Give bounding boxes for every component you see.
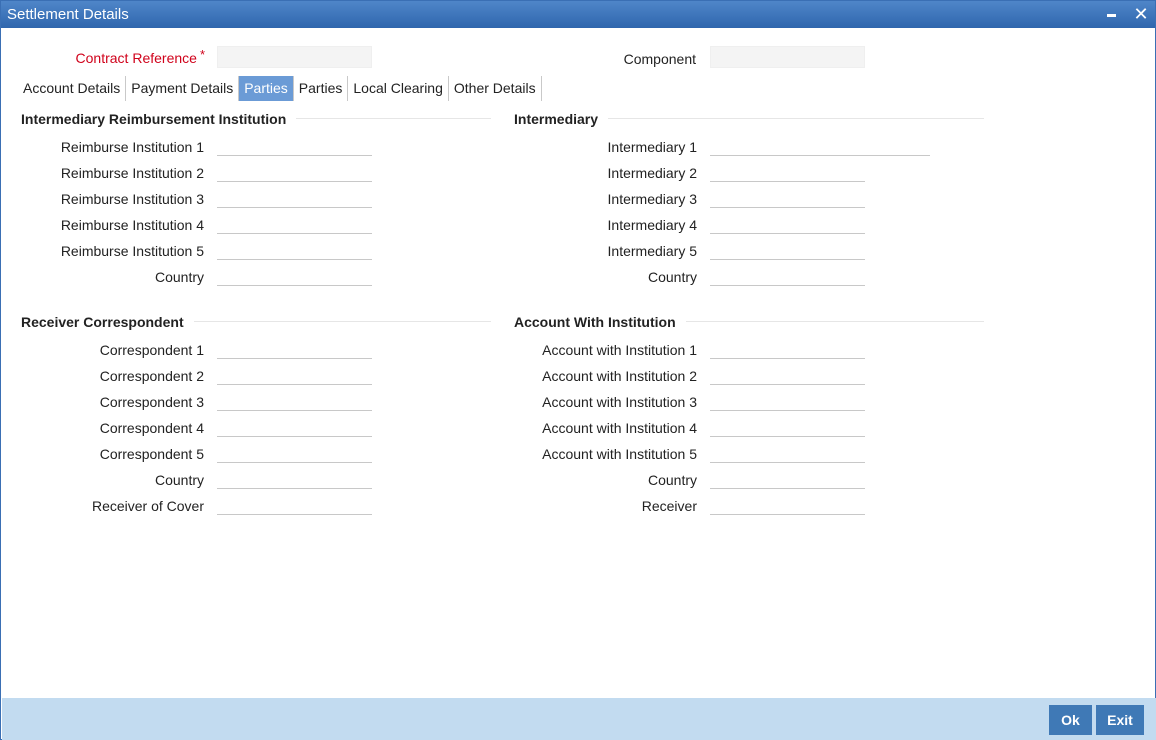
intermediary-1-input[interactable] <box>710 134 930 156</box>
account-with-institution-4-input[interactable] <box>710 415 865 437</box>
minimize-icon[interactable] <box>1102 5 1122 23</box>
receiver-of-cover-label: Receiver of Cover <box>91 498 204 514</box>
exit-button[interactable]: Exit <box>1096 705 1144 735</box>
reimburse-institution-1-label: Reimburse Institution 1 <box>60 139 204 155</box>
reimburse-institution-5-label: Reimburse Institution 5 <box>60 243 204 259</box>
reimburse-institution-3-input[interactable] <box>217 186 372 208</box>
intermediary-2-input[interactable] <box>710 160 865 182</box>
account-with-institution-section-title: Account With Institution <box>514 314 686 330</box>
correspondent-2-label: Correspondent 2 <box>99 368 204 384</box>
account-with-institution-2-input[interactable] <box>710 363 865 385</box>
tab-local-clearing[interactable]: Local Clearing <box>348 76 449 101</box>
reimburse-institution-3-label: Reimburse Institution 3 <box>60 191 204 207</box>
intermediary-4-input[interactable] <box>710 212 865 234</box>
ok-button[interactable]: Ok <box>1049 705 1092 735</box>
correspondent-3-input[interactable] <box>217 389 372 411</box>
tab-parties-2[interactable]: Parties <box>294 76 349 101</box>
intermediary-3-input[interactable] <box>710 186 865 208</box>
reimburse-institution-2-label: Reimburse Institution 2 <box>60 165 204 181</box>
correspondent-5-input[interactable] <box>217 441 372 463</box>
account-with-institution-4-label: Account with Institution 4 <box>542 420 697 436</box>
reimburse-institution-2-input[interactable] <box>217 160 372 182</box>
account-with-institution-country-label: Country <box>647 472 697 488</box>
contract-reference-label: Contract Reference * <box>75 47 205 66</box>
intermediary-4-label: Intermediary 4 <box>607 217 697 233</box>
intermediary-3-label: Intermediary 3 <box>607 191 697 207</box>
reimbursement-country-input[interactable] <box>217 264 372 286</box>
window-title: Settlement Details <box>7 6 129 23</box>
correspondent-4-input[interactable] <box>217 415 372 437</box>
close-icon[interactable]: ✕ <box>1131 5 1151 23</box>
correspondent-1-label: Correspondent 1 <box>99 342 204 358</box>
correspondent-2-input[interactable] <box>217 363 372 385</box>
intermediary-5-input[interactable] <box>710 238 865 260</box>
account-with-institution-country-input[interactable] <box>710 467 865 489</box>
receiver-correspondent-section-title: Receiver Correspondent <box>21 314 194 330</box>
title-bar[interactable]: Settlement Details ✕ <box>1 1 1155 28</box>
reimbursement-country-label: Country <box>154 269 204 285</box>
intermediary-section-title: Intermediary <box>514 111 609 127</box>
correspondent-country-input[interactable] <box>217 467 372 489</box>
receiver-label: Receiver <box>641 498 697 514</box>
tab-account-details[interactable]: Account Details <box>18 76 127 101</box>
footer-bar: Ok Exit <box>2 698 1156 740</box>
intermediary-country-input[interactable] <box>710 264 865 286</box>
intermediary-country-label: Country <box>647 269 697 285</box>
intermediary-5-label: Intermediary 5 <box>607 243 697 259</box>
required-marker: * <box>199 47 205 62</box>
correspondent-4-label: Correspondent 4 <box>99 420 204 436</box>
account-with-institution-3-label: Account with Institution 3 <box>542 394 697 410</box>
reimburse-institution-4-label: Reimburse Institution 4 <box>60 217 204 233</box>
account-with-institution-1-label: Account with Institution 1 <box>542 342 697 358</box>
reimbursement-section-title: Intermediary Reimbursement Institution <box>21 111 297 127</box>
component-input[interactable] <box>710 46 865 68</box>
tab-bar: Account Details Payment Details Parties … <box>18 76 542 101</box>
intermediary-1-label: Intermediary 1 <box>607 139 697 155</box>
tab-parties[interactable]: Parties <box>239 76 294 101</box>
contract-reference-input[interactable] <box>217 46 372 68</box>
receiver-input[interactable] <box>710 493 865 515</box>
component-label: Component <box>623 51 696 67</box>
correspondent-3-label: Correspondent 3 <box>99 394 204 410</box>
account-with-institution-3-input[interactable] <box>710 389 865 411</box>
reimburse-institution-1-input[interactable] <box>217 134 372 156</box>
settlement-details-window: Settlement Details ✕ Contract Reference *… <box>0 0 1156 740</box>
correspondent-country-label: Country <box>154 472 204 488</box>
account-with-institution-2-label: Account with Institution 2 <box>542 368 697 384</box>
receiver-of-cover-input[interactable] <box>217 493 372 515</box>
tab-other-details[interactable]: Other Details <box>449 76 542 101</box>
correspondent-5-label: Correspondent 5 <box>99 446 204 462</box>
account-with-institution-5-input[interactable] <box>710 441 865 463</box>
account-with-institution-5-label: Account with Institution 5 <box>542 446 697 462</box>
reimburse-institution-4-input[interactable] <box>217 212 372 234</box>
tab-payment-details[interactable]: Payment Details <box>126 76 240 101</box>
reimburse-institution-5-input[interactable] <box>217 238 372 260</box>
correspondent-1-input[interactable] <box>217 337 372 359</box>
account-with-institution-1-input[interactable] <box>710 337 865 359</box>
intermediary-2-label: Intermediary 2 <box>607 165 697 181</box>
